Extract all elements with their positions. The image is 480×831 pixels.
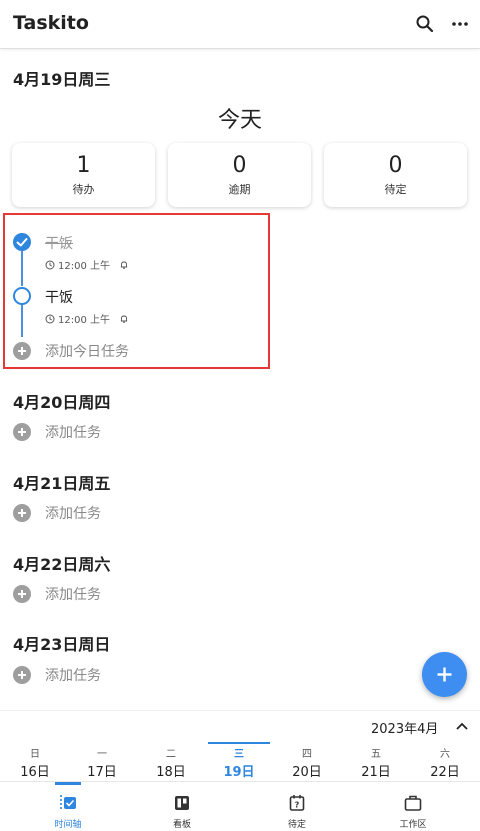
day-number: 20日 bbox=[292, 765, 322, 780]
add-today-task-button[interactable]: 添加今日任务 bbox=[13, 341, 129, 361]
task-meta: 12:00 上午 bbox=[45, 311, 129, 326]
nav-label: 看板 bbox=[172, 820, 191, 830]
date-header: 4月23日周日 bbox=[13, 635, 111, 654]
day-weekday: 日 bbox=[30, 749, 40, 760]
calendar-month-label[interactable]: 2023年4月 bbox=[371, 718, 438, 737]
stat-value: 0 bbox=[232, 153, 247, 178]
svg-text:?: ? bbox=[295, 801, 300, 810]
workspace-icon bbox=[404, 795, 422, 811]
day-weekday: 一 bbox=[97, 749, 107, 760]
day-number: 21日 bbox=[361, 765, 391, 780]
day-weekday: 三 bbox=[234, 749, 244, 760]
add-task-button[interactable]: 添加任务 bbox=[13, 665, 101, 685]
nav-item-timeline[interactable]: 时间轴 bbox=[38, 782, 98, 831]
nav-label: 工作区 bbox=[399, 820, 427, 830]
stat-card-todo[interactable]: 1 待办 bbox=[12, 143, 155, 207]
task-title[interactable]: 干饭 bbox=[45, 233, 73, 253]
add-task-label: 添加今日任务 bbox=[45, 344, 129, 360]
task-checkbox-done[interactable] bbox=[13, 233, 31, 251]
calendar-day[interactable]: 一 17日 bbox=[77, 745, 127, 780]
today-date-header: 4月19日周三 bbox=[13, 70, 111, 89]
stat-label: 待办 bbox=[72, 183, 95, 196]
calendar-day-selected[interactable]: 三 19日 bbox=[214, 745, 264, 780]
calendar-day[interactable]: 五 21日 bbox=[351, 745, 401, 780]
board-icon bbox=[175, 796, 189, 810]
stat-label: 逾期 bbox=[228, 183, 251, 196]
add-task-button[interactable]: 添加任务 bbox=[13, 503, 101, 523]
timeline-content[interactable]: 4月19日周三 今天 1 待办 0 逾期 0 待定 干饭 12:00 上午 干饭… bbox=[0, 50, 480, 710]
timeline-icon bbox=[60, 795, 76, 811]
calendar-day[interactable]: 日 16日 bbox=[10, 745, 60, 780]
date-header: 4月21日周五 bbox=[13, 474, 111, 493]
stat-card-overdue[interactable]: 0 逾期 bbox=[168, 143, 311, 207]
add-task-label: 添加任务 bbox=[45, 587, 101, 603]
chevron-up-icon[interactable] bbox=[455, 721, 469, 731]
nav-label: 时间轴 bbox=[54, 820, 82, 830]
add-task-label: 添加任务 bbox=[45, 506, 101, 522]
task-time: 12:00 上午 bbox=[58, 315, 110, 326]
plus-icon bbox=[13, 504, 31, 522]
checkmark-icon bbox=[16, 238, 28, 247]
today-section-title: 今天 bbox=[217, 108, 262, 133]
week-calendar: 2023年4月 日 16日 一 17日 二 18日 三 19日 四 20日 五 … bbox=[0, 710, 480, 780]
day-number: 19日 bbox=[223, 765, 255, 780]
pending-icon: ? bbox=[289, 795, 305, 811]
plus-icon bbox=[13, 666, 31, 684]
stat-card-pending[interactable]: 0 待定 bbox=[324, 143, 467, 207]
selected-day-indicator bbox=[208, 742, 270, 744]
date-header: 4月20日周四 bbox=[13, 393, 111, 412]
day-number: 18日 bbox=[156, 765, 186, 780]
search-icon[interactable] bbox=[413, 12, 437, 36]
stat-value: 0 bbox=[388, 153, 403, 178]
add-fab-button[interactable] bbox=[422, 652, 467, 697]
nav-item-pending[interactable]: ? 待定 bbox=[267, 782, 327, 831]
nav-label: 待定 bbox=[287, 820, 306, 830]
task-title[interactable]: 干饭 bbox=[45, 287, 73, 307]
task-checkbox[interactable] bbox=[13, 287, 31, 305]
task-time: 12:00 上午 bbox=[58, 261, 110, 272]
day-weekday: 六 bbox=[440, 749, 450, 760]
bottom-navigation: 时间轴 看板 ? 待定 工作区 bbox=[0, 781, 480, 831]
add-task-label: 添加任务 bbox=[45, 668, 101, 684]
more-options-icon[interactable] bbox=[448, 12, 472, 36]
plus-icon bbox=[437, 667, 452, 682]
plus-icon bbox=[13, 423, 31, 441]
add-task-label: 添加任务 bbox=[45, 425, 101, 441]
stat-label: 待定 bbox=[384, 183, 407, 196]
clock-icon bbox=[45, 260, 55, 269]
bell-icon bbox=[120, 315, 128, 323]
task-meta: 12:00 上午 bbox=[45, 257, 129, 272]
nav-item-workspace[interactable]: 工作区 bbox=[383, 782, 443, 831]
calendar-day[interactable]: 六 22日 bbox=[420, 745, 470, 780]
calendar-day[interactable]: 四 20日 bbox=[282, 745, 332, 780]
plus-icon bbox=[13, 342, 31, 360]
add-task-button[interactable]: 添加任务 bbox=[13, 422, 101, 442]
day-number: 22日 bbox=[430, 765, 460, 780]
day-weekday: 五 bbox=[371, 749, 381, 760]
clock-icon bbox=[45, 314, 55, 323]
app-title: Taskito bbox=[13, 12, 89, 34]
timeline-connector bbox=[21, 250, 23, 286]
calendar-day[interactable]: 二 18日 bbox=[146, 745, 196, 780]
day-number: 16日 bbox=[20, 765, 50, 780]
day-weekday: 四 bbox=[302, 749, 312, 760]
nav-item-board[interactable]: 看板 bbox=[152, 782, 212, 831]
day-number: 17日 bbox=[87, 765, 117, 780]
timeline-connector bbox=[21, 305, 23, 337]
app-bar: Taskito bbox=[0, 0, 480, 49]
date-header: 4月22日周六 bbox=[13, 555, 111, 574]
stat-value: 1 bbox=[76, 153, 91, 178]
bell-icon bbox=[120, 261, 128, 269]
plus-icon bbox=[13, 585, 31, 603]
day-weekday: 二 bbox=[166, 749, 176, 760]
add-task-button[interactable]: 添加任务 bbox=[13, 584, 101, 604]
